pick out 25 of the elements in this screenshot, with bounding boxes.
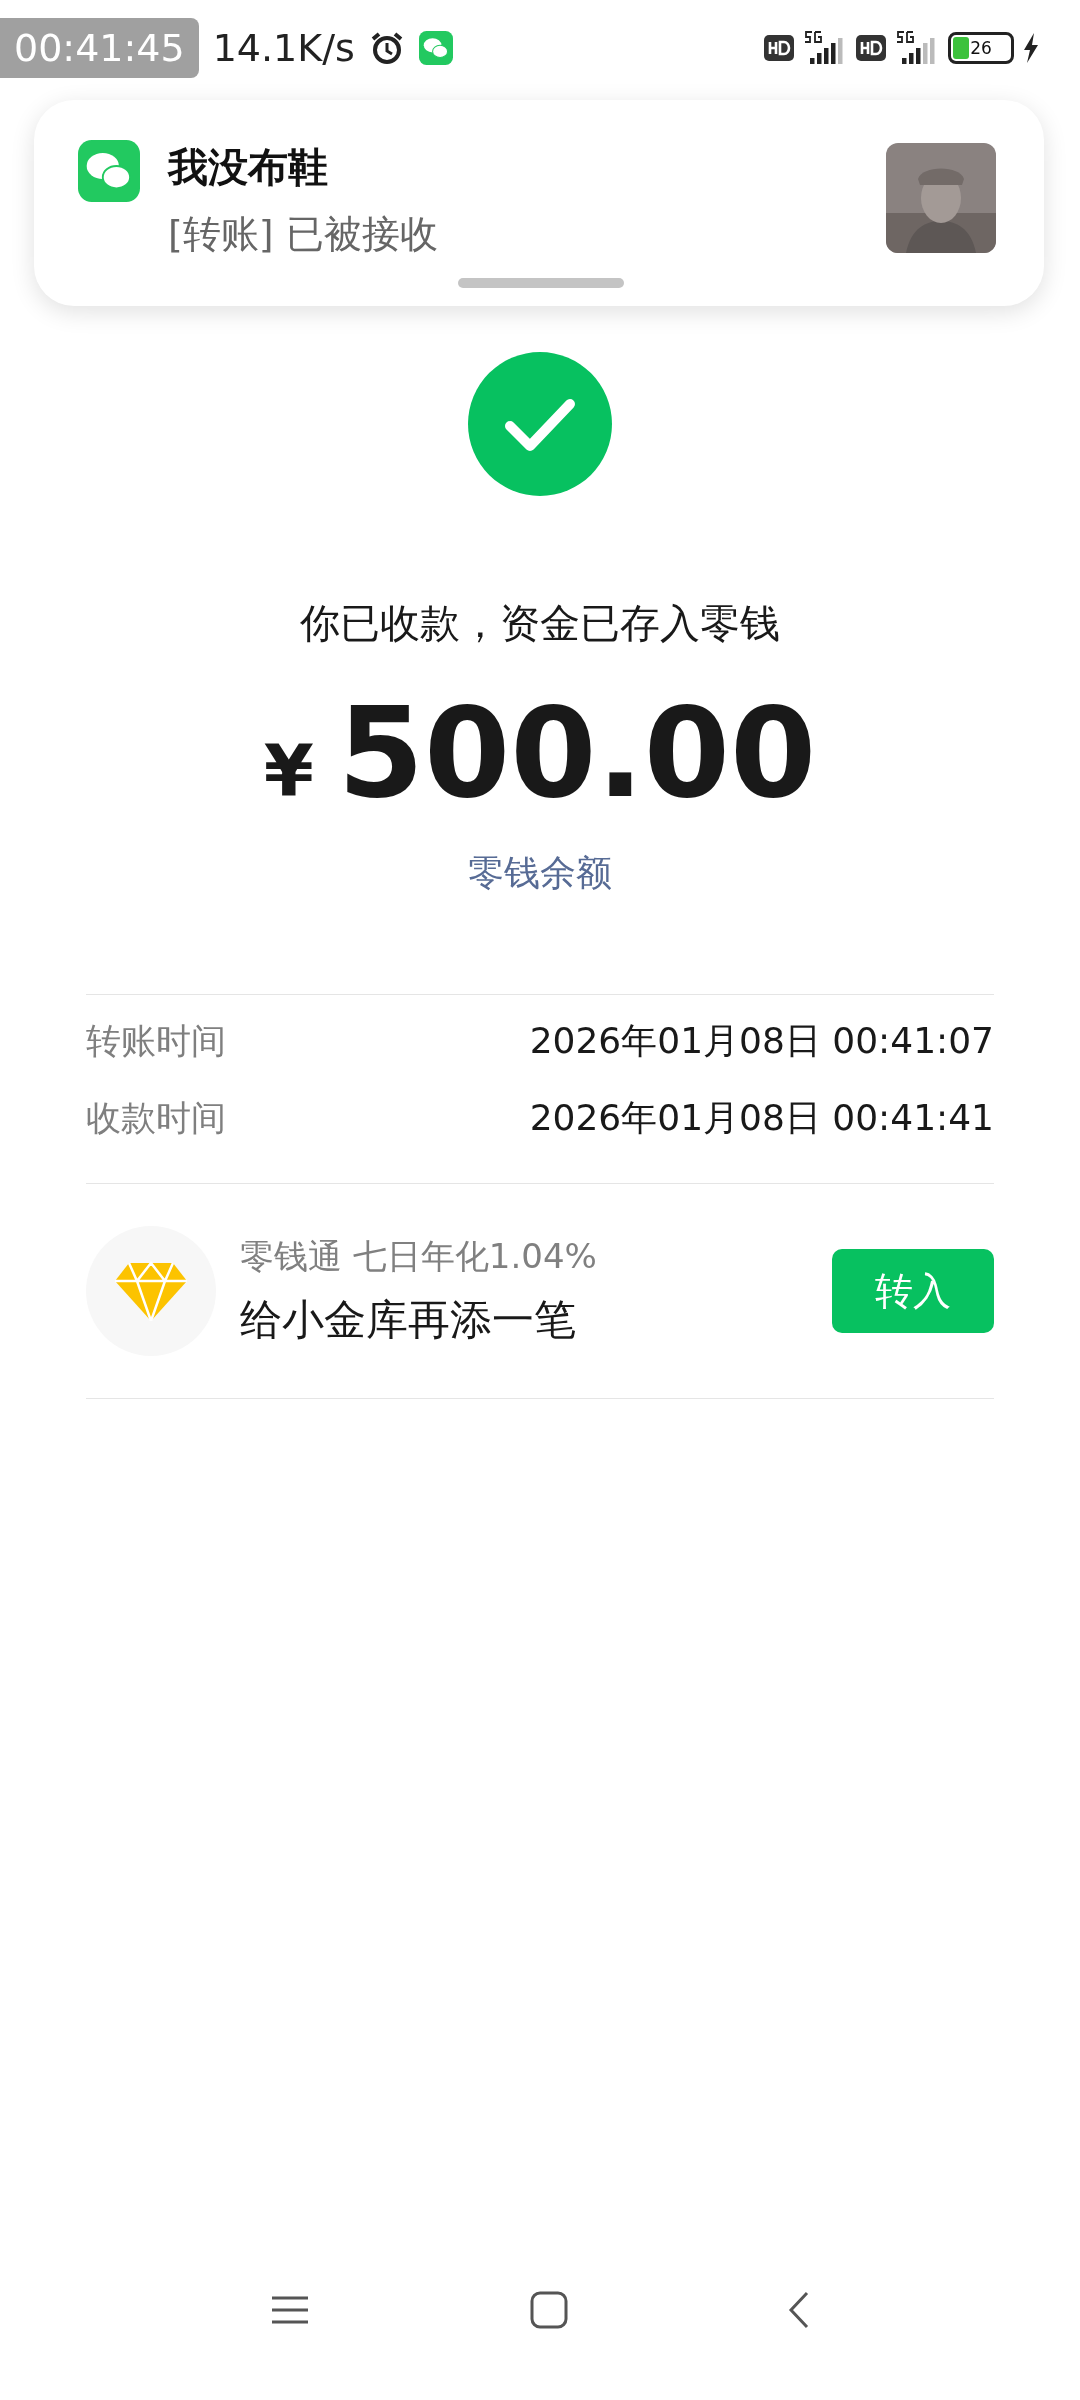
menu-icon[interactable]	[270, 2295, 310, 2325]
detail-value: 2026年01月08日 00:41:07	[529, 1019, 994, 1063]
detail-label: 收款时间	[86, 1097, 226, 1140]
hd-icon	[856, 35, 886, 61]
network-speed: 14.1K/s	[212, 26, 355, 70]
battery-icon: 26	[948, 32, 1014, 64]
amount: 500.00	[337, 681, 817, 825]
currency-symbol: ¥	[263, 729, 314, 813]
balance-link[interactable]: 零钱余额	[468, 849, 612, 898]
recording-timer: 00:41:45	[0, 18, 199, 78]
notification-message: [转账] 已被接收	[168, 211, 439, 258]
detail-value: 2026年01月08日 00:41:41	[529, 1096, 994, 1140]
wechat-app-icon	[78, 140, 140, 202]
home-icon[interactable]	[530, 2291, 568, 2329]
wechat-icon	[418, 31, 453, 65]
success-check-icon	[468, 352, 612, 496]
back-icon[interactable]	[788, 2291, 810, 2329]
charging-bolt-icon	[1022, 33, 1040, 63]
status-message: 你已收款，资金已存入零钱	[300, 599, 780, 648]
diamond-icon	[115, 1261, 187, 1321]
hd-icon	[764, 35, 794, 61]
promo-subtitle: 零钱通 七日年化1.04%	[240, 1235, 598, 1278]
detail-label: 转账时间	[86, 1020, 226, 1063]
promo-title: 给小金库再添一笔	[240, 1294, 577, 1346]
notification-title: 我没布鞋	[168, 143, 329, 192]
